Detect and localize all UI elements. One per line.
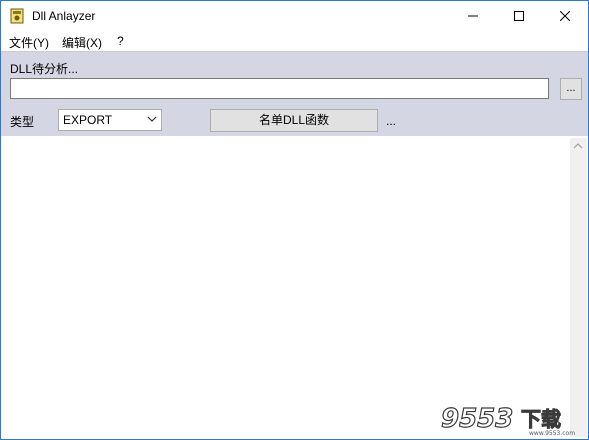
- dll-path-input[interactable]: [10, 78, 549, 99]
- chevron-down-icon: [147, 116, 157, 122]
- maximize-icon: [514, 11, 524, 21]
- svg-text:下载: 下载: [521, 407, 561, 431]
- minimize-button[interactable]: [450, 1, 496, 31]
- window-title: Dll Anlayzer: [32, 9, 96, 23]
- maximize-button[interactable]: [496, 1, 542, 31]
- menu-bar: 文件(Y) 编辑(X) ?: [1, 31, 588, 51]
- type-selected-value: EXPORT: [63, 113, 113, 127]
- menu-edit[interactable]: 编辑(X): [62, 34, 102, 51]
- close-icon: [560, 11, 570, 21]
- dll-label: DLL待分析...: [10, 62, 79, 76]
- minimize-icon: [468, 15, 478, 17]
- svg-text:www.9553.com: www.9553.com: [529, 430, 575, 437]
- type-dropdown[interactable]: EXPORT: [58, 109, 162, 131]
- output-text-area[interactable]: [3, 138, 586, 437]
- menu-file[interactable]: 文件(Y): [9, 34, 49, 51]
- ellipsis-label: ...: [386, 114, 397, 128]
- watermark-logo: 9553 下载 www.9553.com: [440, 403, 575, 437]
- type-label: 类型: [10, 115, 35, 129]
- vertical-scrollbar[interactable]: [570, 138, 587, 437]
- app-icon: [10, 8, 24, 24]
- control-panel: DLL待分析... ... 类型 EXPORT 名单DLL函数 ...: [1, 51, 588, 136]
- svg-text:9553: 9553: [441, 404, 513, 434]
- close-button[interactable]: [542, 1, 588, 31]
- menu-help[interactable]: ?: [117, 34, 124, 48]
- title-bar[interactable]: Dll Anlayzer: [1, 1, 588, 31]
- browse-button[interactable]: ...: [560, 78, 582, 100]
- scroll-up-icon[interactable]: [573, 142, 583, 150]
- app-window: Dll Anlayzer 文件(Y) 编辑(X) ? DLL待分析... ...…: [0, 0, 589, 440]
- list-dll-functions-button[interactable]: 名单DLL函数: [210, 109, 378, 132]
